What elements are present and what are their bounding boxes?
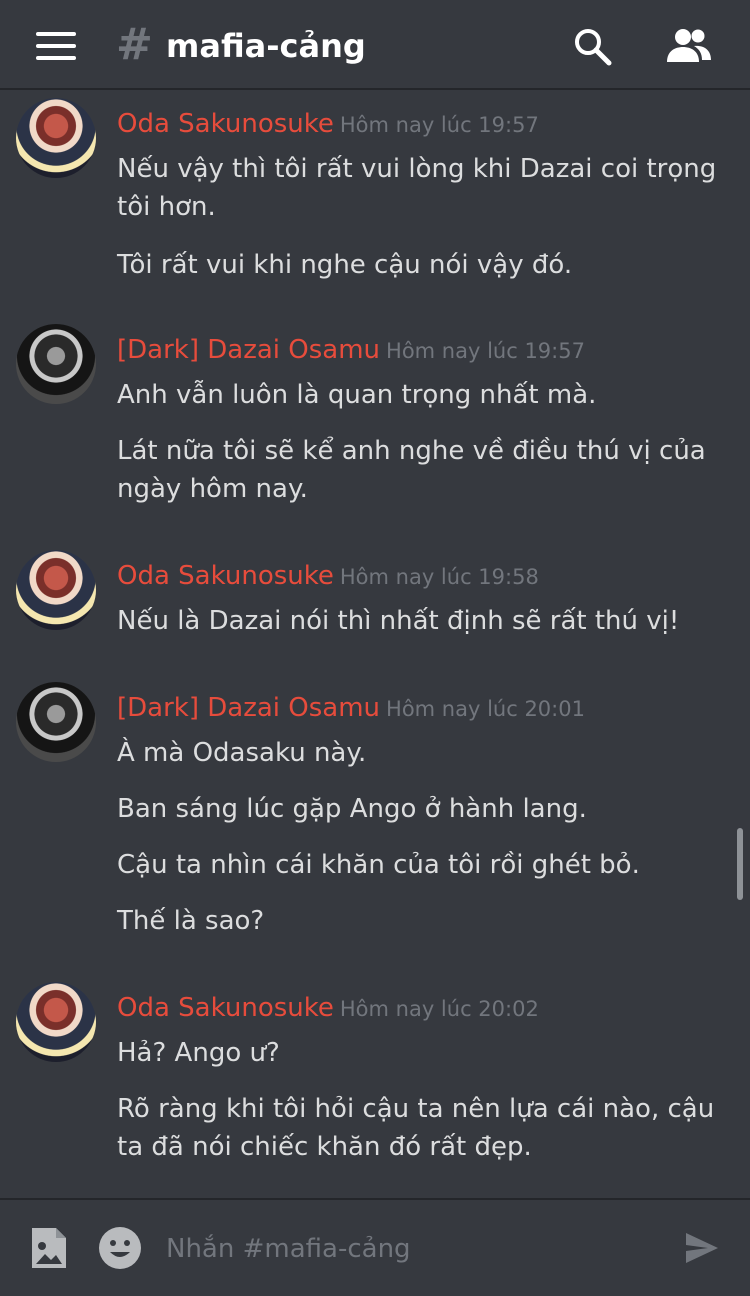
message-text: Tôi rất vui khi nghe cậu nói vậy đó. [117,250,573,280]
message-input[interactable] [166,1224,646,1274]
message-list[interactable]: Oda Sakunosuke Hôm nay lúc 19:57 Nếu vậy … [0,92,750,1198]
message-text: Cậu ta nhìn cái khăn của tôi rồi ghét bỏ… [117,850,640,880]
message-text: Thế là sao? [117,906,265,936]
author-name[interactable]: Oda Sakunosuke [117,109,334,139]
channel-hash-icon: # [116,19,153,70]
image-upload-icon[interactable] [28,1226,68,1270]
oda-avatar[interactable] [16,98,96,178]
author-name[interactable]: [Dark] Dazai Osamu [117,693,380,723]
message-text: Nếu là Dazai nói thì nhất định sẽ rất th… [117,606,680,636]
message-timestamp: Hôm nay lúc 20:02 [339,997,539,1021]
emoji-icon[interactable] [98,1226,142,1270]
search-icon[interactable] [572,26,614,68]
channel-title: mafia-cảng [166,27,366,65]
dazai-avatar[interactable] [16,682,96,762]
message-text: Ban sáng lúc gặp Ango ở hành lang. [117,794,587,824]
author-name[interactable]: [Dark] Dazai Osamu [117,335,380,365]
message-text: Lát nữa tôi sẽ kể anh nghe về điều thú v… [117,436,706,504]
message-text: À mà Odasaku này. [117,738,367,768]
message-text: Nếu vậy thì tôi rất vui lòng khi Dazai c… [117,154,717,222]
oda-avatar[interactable] [16,982,96,1062]
hamburger-menu-icon[interactable] [36,32,76,60]
message-text: Anh vẫn luôn là quan trọng nhất mà. [117,380,597,410]
oda-avatar[interactable] [16,550,96,630]
author-name[interactable]: Oda Sakunosuke [117,561,334,591]
message-timestamp: Hôm nay lúc 20:01 [386,697,585,721]
message-text: Hả? Ango ư? [117,1038,280,1068]
members-icon[interactable] [664,26,714,66]
message-timestamp: Hôm nay lúc 19:57 [386,339,585,363]
message-timestamp: Hôm nay lúc 19:57 [339,113,539,137]
author-name[interactable]: Oda Sakunosuke [117,993,334,1023]
scrollbar-thumb[interactable] [737,828,743,900]
dazai-avatar[interactable] [16,324,96,404]
channel-header: # mafia-cảng [0,0,750,90]
message-composer [0,1198,750,1296]
message-text: Rõ ràng khi tôi hỏi cậu ta nên lựa cái n… [117,1094,715,1162]
send-icon[interactable] [684,1230,720,1266]
message-timestamp: Hôm nay lúc 19:58 [339,565,539,589]
